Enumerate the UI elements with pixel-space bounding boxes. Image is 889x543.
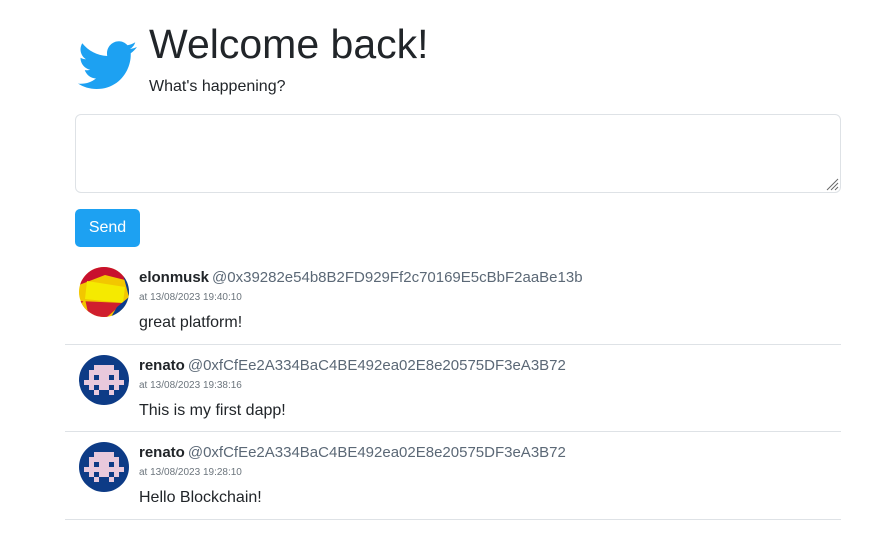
tweet-meta: renato @0xfCfEe2A334BaC4BE492ea02E8e20575… [139,357,566,375]
page-subtitle: What's happening? [149,78,286,95]
tweet-username[interactable]: elonmusk [139,269,209,286]
tweet-feed: elonmusk @0x39282e54b8B2FD929Ff2c70169E5c… [65,257,841,520]
geometric-avatar-icon[interactable] [79,267,129,317]
pixel-avatar-icon[interactable] [79,354,129,405]
pixel-avatar-icon[interactable] [79,442,129,492]
tweet-timestamp: at 13/08/2023 19:40:10 [139,292,242,303]
page-title: Welcome back! [149,21,429,67]
tweet-address: @0xfCfEe2A334BaC4BE492ea02E8e20575DF3eA3… [187,356,566,374]
tweet-text: great platform! [139,314,243,331]
tweet-meta: renato @0xfCfEe2A334BaC4BE492ea02E8e20575… [139,444,566,462]
send-button[interactable]: Send [75,209,140,247]
tweet-meta: elonmusk @0x39282e54b8B2FD929Ff2c70169E5c… [139,269,583,287]
tweet-address: @0x39282e54b8B2FD929Ff2c70169E5cBbF2aaBe… [212,269,583,286]
twitter-bird-icon [78,41,137,89]
tweet-timestamp: at 13/08/2023 19:38:16 [139,379,242,391]
tweet-item: renato @0xfCfEe2A334BaC4BE492ea02E8e20575… [65,345,841,432]
tweet-input[interactable] [75,114,841,193]
tweet-timestamp: at 13/08/2023 19:28:10 [139,467,242,478]
tweet-username[interactable]: renato [139,444,185,461]
tweet-item: elonmusk @0x39282e54b8B2FD929Ff2c70169E5c… [65,257,841,345]
tweet-item: renato @0xfCfEe2A334BaC4BE492ea02E8e20575… [65,432,841,520]
tweet-username[interactable]: renato [139,357,185,374]
header: Welcome back! What's happening? [78,22,848,102]
tweet-text: Hello Blockchain! [139,489,262,506]
tweet-text: This is my first dapp! [139,401,286,419]
tweet-address: @0xfCfEe2A334BaC4BE492ea02E8e20575DF3eA3… [187,444,566,461]
